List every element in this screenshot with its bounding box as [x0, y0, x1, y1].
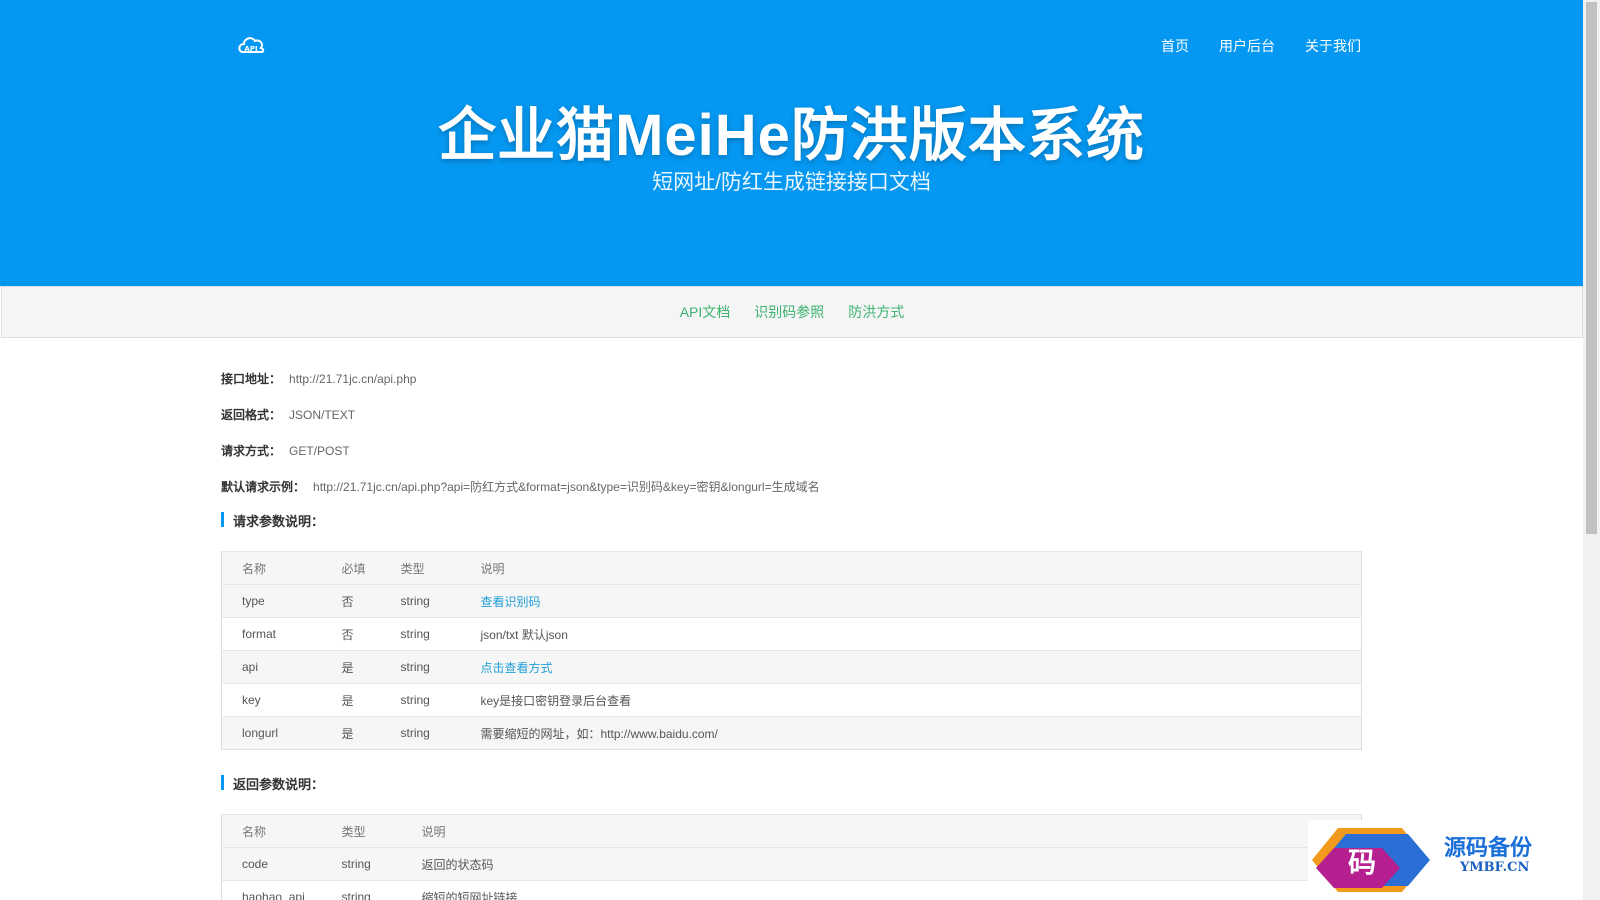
- param-name: format: [221, 617, 322, 651]
- param-type: string: [380, 716, 461, 750]
- param-name: type: [221, 584, 322, 618]
- nav-about-link[interactable]: 关于我们: [1305, 36, 1361, 56]
- info-label: 接口地址：: [221, 372, 282, 386]
- param-description: 点击查看方式: [460, 650, 1362, 684]
- hero-banner: API 首页 用户后台 关于我们 企业猫MeiHe防洪版本系统 短网址/防红生成…: [0, 0, 1583, 286]
- info-label: 请求方式：: [221, 444, 282, 458]
- tab-flood-protection-methods[interactable]: 防洪方式: [848, 302, 904, 322]
- table-row: code string 返回的状态码: [221, 847, 1362, 881]
- col-header-description: 说明: [401, 814, 1362, 848]
- param-name: api: [221, 650, 322, 684]
- tab-code-reference[interactable]: 识别码参照: [754, 302, 824, 322]
- field-type: string: [321, 847, 402, 881]
- col-header-type: 类型: [321, 814, 402, 848]
- request-params-table: 名称 必填 类型 说明 type 否 string 查看识别码 format 否…: [221, 551, 1362, 750]
- info-request-method: 请求方式： GET/POST: [221, 442, 350, 459]
- doc-tab-bar: API文档 识别码参照 防洪方式: [1, 286, 1583, 338]
- param-required: 是: [321, 683, 381, 717]
- field-type: string: [321, 880, 402, 900]
- param-required: 是: [321, 716, 381, 750]
- col-header-description: 说明: [460, 551, 1362, 585]
- param-name: longurl: [221, 716, 322, 750]
- top-nav: 首页 用户后台 关于我们: [1161, 36, 1361, 56]
- page-title: 企业猫MeiHe防洪版本系统: [438, 103, 1145, 168]
- watermark-domain: YMBF.CN: [1460, 860, 1530, 875]
- param-name: key: [221, 683, 322, 717]
- table-row: longurl 是 string 需要缩短的网址，如：http://www.ba…: [221, 716, 1362, 750]
- nav-user-dashboard-link[interactable]: 用户后台: [1219, 36, 1275, 56]
- page-scrollbar[interactable]: [1583, 0, 1600, 900]
- api-cloud-logo-icon[interactable]: API: [236, 32, 266, 60]
- request-params-heading: 请求参数说明：: [221, 511, 324, 530]
- param-required: 否: [321, 617, 381, 651]
- param-required: 是: [321, 650, 381, 684]
- svg-text:码: 码: [1348, 846, 1376, 879]
- param-description: json/txt 默认json: [460, 617, 1362, 651]
- param-required: 否: [321, 584, 381, 618]
- watermark-text: 源码备份: [1444, 835, 1533, 861]
- col-header-required: 必填: [321, 551, 381, 585]
- info-example-request: 默认请求示例： http://21.71jc.cn/api.php?api=防红方…: [221, 478, 820, 495]
- page-subtitle: 短网址/防红生成链接接口文档: [652, 171, 931, 194]
- table-row: format 否 string json/txt 默认json: [221, 617, 1362, 651]
- view-methods-link[interactable]: 点击查看方式: [481, 661, 553, 675]
- table-row: type 否 string 查看识别码: [221, 584, 1362, 618]
- table-header-row: 名称 必填 类型 说明: [221, 551, 1362, 585]
- col-header-type: 类型: [380, 551, 461, 585]
- response-params-heading: 返回参数说明：: [221, 774, 324, 793]
- info-endpoint: 接口地址： http://21.71jc.cn/api.php: [221, 370, 416, 387]
- field-description: 缩短的短网址链接: [401, 880, 1362, 900]
- param-description: key是接口密钥登录后台查看: [460, 683, 1362, 717]
- param-type: string: [380, 584, 461, 618]
- field-name: haohao_api: [221, 880, 322, 900]
- tab-api-docs[interactable]: API文档: [680, 302, 731, 322]
- col-header-name: 名称: [221, 814, 322, 848]
- field-name: code: [221, 847, 322, 881]
- ymbf-watermark-logo: 码 源码备份 YMBF.CN: [1308, 820, 1592, 900]
- nav-home-link[interactable]: 首页: [1161, 36, 1189, 56]
- table-row: haohao_api string 缩短的短网址链接: [221, 880, 1362, 900]
- info-value: JSON/TEXT: [289, 408, 356, 422]
- info-value: http://21.71jc.cn/api.php?api=防红方式&forma…: [313, 480, 820, 494]
- table-row: api 是 string 点击查看方式: [221, 650, 1362, 684]
- param-type: string: [380, 650, 461, 684]
- param-type: string: [380, 683, 461, 717]
- info-label: 默认请求示例：: [221, 480, 306, 494]
- view-codes-link[interactable]: 查看识别码: [481, 595, 541, 609]
- table-row: key 是 string key是接口密钥登录后台查看: [221, 683, 1362, 717]
- response-params-table: 名称 类型 说明 code string 返回的状态码 haohao_api s…: [221, 814, 1362, 900]
- info-value: http://21.71jc.cn/api.php: [289, 372, 417, 386]
- table-header-row: 名称 类型 说明: [221, 814, 1362, 848]
- param-description: 需要缩短的网址，如：http://www.baidu.com/: [460, 716, 1362, 750]
- info-return-format: 返回格式： JSON/TEXT: [221, 406, 355, 423]
- param-description: 查看识别码: [460, 584, 1362, 618]
- svg-text:API: API: [244, 45, 257, 53]
- info-value: GET/POST: [289, 444, 350, 458]
- page: API 首页 用户后台 关于我们 企业猫MeiHe防洪版本系统 短网址/防红生成…: [0, 0, 1600, 900]
- info-label: 返回格式：: [221, 408, 282, 422]
- param-type: string: [380, 617, 461, 651]
- watermark-badge-icon: 码: [1312, 828, 1430, 892]
- col-header-name: 名称: [221, 551, 322, 585]
- field-description: 返回的状态码: [401, 847, 1362, 881]
- scrollbar-thumb[interactable]: [1586, 2, 1597, 534]
